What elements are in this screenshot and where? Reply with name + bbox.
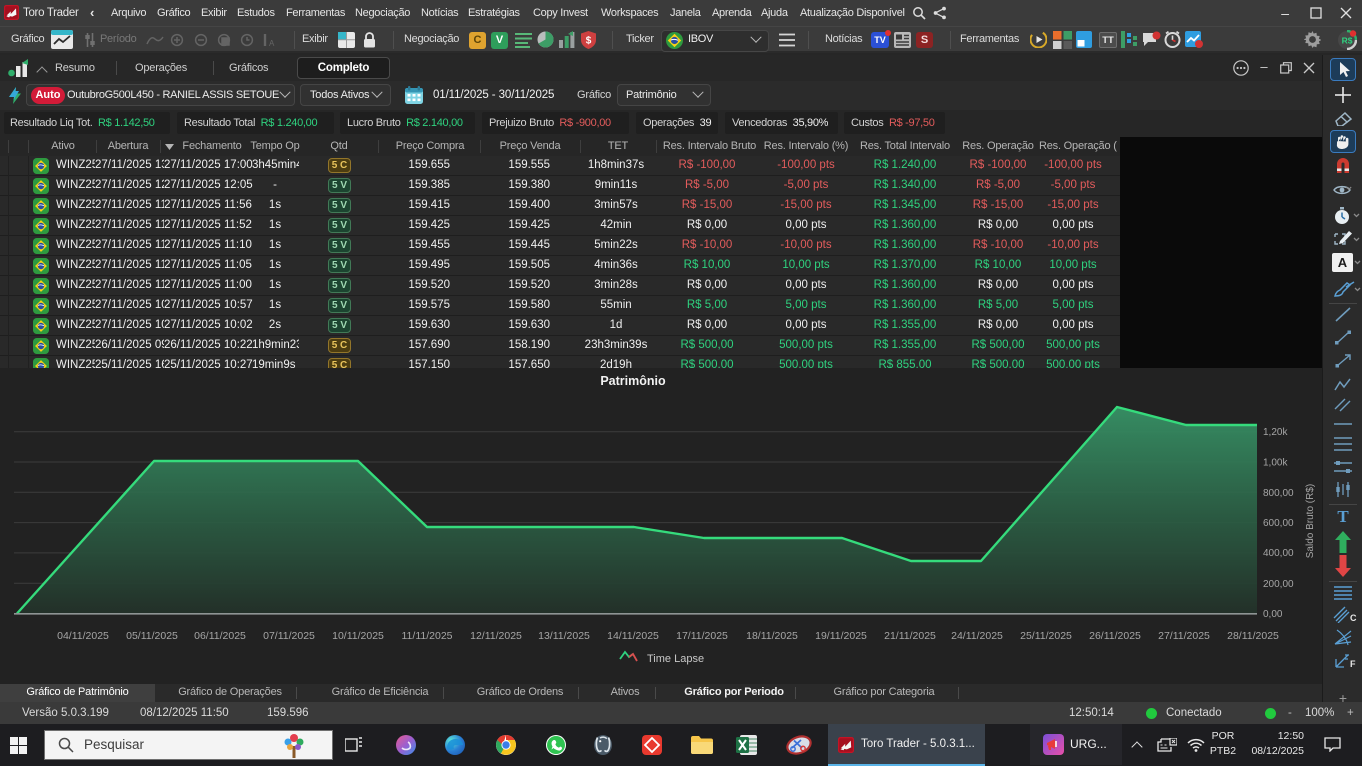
svg-text:27/11/2025: 27/11/2025 xyxy=(1158,630,1210,642)
svg-text:600,00: 600,00 xyxy=(1263,518,1294,529)
svg-text:18/11/2025: 18/11/2025 xyxy=(746,630,798,642)
svg-text:11/11/2025: 11/11/2025 xyxy=(402,630,453,642)
svg-text:C: C xyxy=(1350,613,1357,623)
svg-text:21/11/2025: 21/11/2025 xyxy=(884,630,936,642)
svg-text:14/11/2025: 14/11/2025 xyxy=(607,630,659,642)
svg-text:400,00: 400,00 xyxy=(1263,548,1294,559)
svg-text:12/11/2025: 12/11/2025 xyxy=(470,630,522,642)
svg-text:05/11/2025: 05/11/2025 xyxy=(126,630,178,642)
svg-text:F: F xyxy=(1350,659,1356,669)
svg-text:0,00: 0,00 xyxy=(1263,609,1283,620)
svg-text:1,00k: 1,00k xyxy=(1263,458,1288,469)
svg-text:800,00: 800,00 xyxy=(1263,488,1294,499)
svg-text:25/11/2025: 25/11/2025 xyxy=(1020,630,1072,642)
svg-text:13/11/2025: 13/11/2025 xyxy=(538,630,590,642)
svg-text:A: A xyxy=(269,39,275,47)
svg-text:200,00: 200,00 xyxy=(1263,579,1294,590)
svg-text:24/11/2025: 24/11/2025 xyxy=(951,630,1003,642)
svg-text:04/11/2025: 04/11/2025 xyxy=(57,630,109,642)
svg-text:10/11/2025: 10/11/2025 xyxy=(332,630,384,642)
svg-text:1,20k: 1,20k xyxy=(1263,427,1288,438)
svg-text:17/11/2025: 17/11/2025 xyxy=(676,630,728,642)
svg-text:06/11/2025: 06/11/2025 xyxy=(194,630,246,642)
svg-text:$: $ xyxy=(586,36,592,47)
svg-text:28/11/2025: 28/11/2025 xyxy=(1227,630,1279,642)
svg-text:07/11/2025: 07/11/2025 xyxy=(263,630,315,642)
svg-text:R$: R$ xyxy=(1342,36,1353,46)
svg-text:Saldo Bruto (R$): Saldo Bruto (R$) xyxy=(1305,484,1316,558)
svg-text:19/11/2025: 19/11/2025 xyxy=(815,630,867,642)
svg-text:26/11/2025: 26/11/2025 xyxy=(1089,630,1141,642)
svg-text:Patrimônio: Patrimônio xyxy=(600,374,666,388)
svg-text:Time Lapse: Time Lapse xyxy=(647,653,704,665)
